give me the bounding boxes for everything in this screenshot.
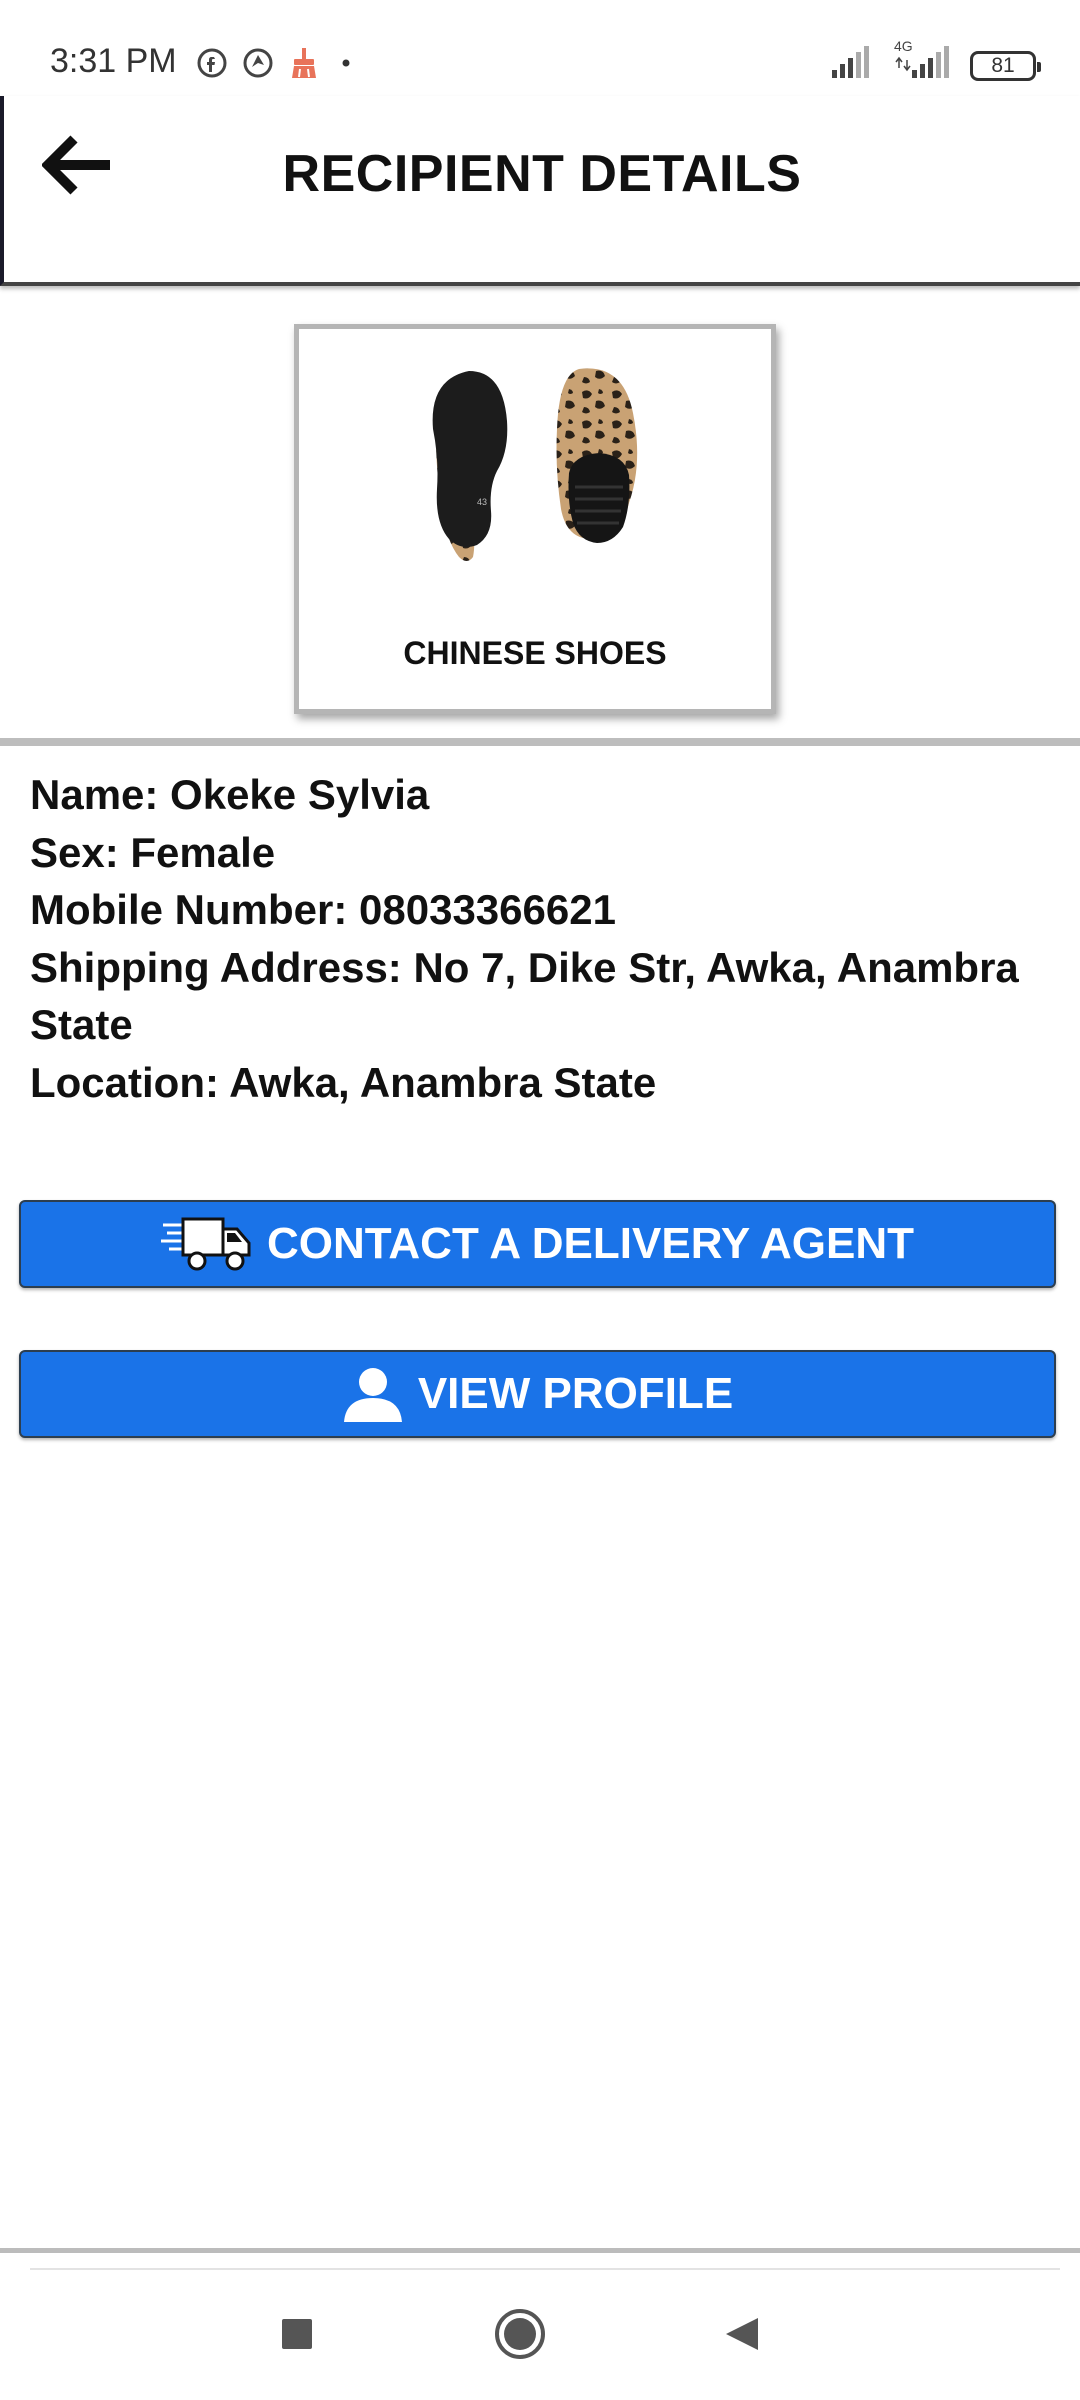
network-type: 4G: [894, 38, 913, 54]
back-triangle-icon: [722, 2314, 762, 2359]
home-button[interactable]: [490, 2306, 550, 2366]
user-icon: [342, 1366, 404, 1422]
recents-square-icon: [280, 2317, 314, 2356]
battery-icon: 81: [970, 50, 1041, 81]
recents-button[interactable]: [267, 2306, 327, 2366]
status-bar: 3:31 PM 4G 81: [0, 0, 1080, 96]
status-icons-right: 4G 81: [830, 38, 1041, 85]
home-circle-icon: [493, 2307, 547, 2366]
system-back-button[interactable]: [712, 2306, 772, 2366]
notification-dot-icon: [334, 51, 358, 80]
product-name: CHINESE SHOES: [403, 635, 667, 671]
app-header: RECIPIENT DETAILS: [0, 96, 1080, 286]
recipient-sex: Sex: Female: [30, 828, 276, 876]
recipient-name: Name: Okeke Sylvia: [30, 771, 430, 818]
facebook-icon: [196, 47, 228, 84]
status-time: 3:31 PM: [50, 42, 177, 80]
recipient-location: Location: Awka, Anambra State: [30, 1058, 657, 1106]
signal-icon: [830, 46, 874, 85]
cleaner-icon: [288, 46, 320, 85]
contact-delivery-agent-button[interactable]: CONTACT A DELIVERY AGENT: [19, 1200, 1056, 1288]
system-nav-bar: [0, 2270, 1080, 2400]
view-profile-button[interactable]: VIEW PROFILE: [19, 1350, 1056, 1438]
page-title: RECIPIENT DETAILS: [282, 145, 802, 203]
shoes-image: 43: [399, 357, 679, 597]
recipient-address: Shipping Address: No 7, Dike Str, Awka, …: [30, 943, 1019, 1049]
browser-icon: [242, 47, 274, 84]
contact-delivery-label: CONTACT A DELIVERY AGENT: [267, 1219, 914, 1268]
battery-level: 81: [991, 53, 1015, 77]
recipient-mobile: Mobile Number: 08033366621: [30, 886, 616, 933]
nav-divider: [0, 2248, 1080, 2253]
status-icons-left: [196, 46, 358, 85]
delivery-truck-icon: [161, 1215, 253, 1273]
signal-4g-icon: 4G: [892, 38, 952, 85]
recipient-details: Name: Okeke Sylvia Sex: Female Mobile Nu…: [30, 766, 1060, 1111]
svg-text:43: 43: [477, 497, 487, 507]
section-divider: [0, 738, 1080, 746]
view-profile-label: VIEW PROFILE: [417, 1369, 734, 1418]
product-card[interactable]: 43 CHINESE SHOES: [294, 324, 776, 714]
